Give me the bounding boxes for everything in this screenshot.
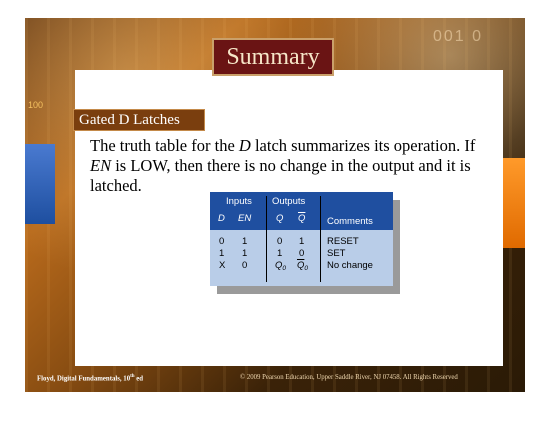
slide: 100 001 0 Summary Gated D Latches The tr… <box>25 18 525 392</box>
footer-left: Floyd, Digital Fundamentals, 10th ed <box>37 374 143 382</box>
header-q: Q <box>276 213 284 224</box>
table-cell: 1 <box>242 236 248 247</box>
slide-title: Summary <box>226 43 320 70</box>
table-cell: 0 <box>242 260 248 271</box>
table-cell: 1 <box>299 236 305 247</box>
decor-number-right: 001 0 <box>432 28 483 45</box>
table-divider-1 <box>266 196 267 282</box>
title-box: Summary <box>212 38 334 76</box>
table-cell: X <box>219 260 226 271</box>
header-inputs: Inputs <box>226 196 252 207</box>
footer-left-ed: ed <box>134 375 144 383</box>
table-cell: 0 <box>277 236 283 247</box>
para-text-2: latch summarizes its operation. If <box>250 136 476 155</box>
blue-accent-left <box>25 144 55 224</box>
para-text-3: is LOW, then there is no change in the o… <box>90 156 471 195</box>
table-cell: No change <box>327 260 373 271</box>
table-cell: SET <box>327 248 346 259</box>
table-cell-qbar0: Q0 <box>297 260 309 272</box>
qbar0-subscript: 0 <box>304 265 309 272</box>
table-cell-q0: Q0 <box>275 260 287 272</box>
para-italic-en: EN <box>90 156 112 175</box>
header-d: D <box>218 213 225 224</box>
header-comments: Comments <box>327 216 373 227</box>
para-text-1: The truth table for the <box>90 136 239 155</box>
table-divider-2 <box>320 196 321 282</box>
section-heading-box: Gated D Latches <box>73 109 205 131</box>
body-paragraph: The truth table for the D latch summariz… <box>90 136 500 196</box>
table-cell: RESET <box>327 236 359 247</box>
table-cell: 1 <box>277 248 283 259</box>
header-qbar: Q <box>298 213 306 224</box>
header-en: EN <box>238 213 252 224</box>
para-italic-d: D <box>238 136 251 155</box>
footer-right: © 2009 Pearson Education, Upper Saddle R… <box>240 374 458 381</box>
q0-subscript: 0 <box>282 265 287 272</box>
table-cell: 1 <box>242 248 248 259</box>
table-cell: 0 <box>219 236 225 247</box>
header-outputs: Outputs <box>272 196 306 207</box>
footer-left-text: Floyd, Digital Fundamentals, 10 <box>37 375 131 383</box>
table-cell: 1 <box>219 248 225 259</box>
section-heading: Gated D Latches <box>79 111 180 128</box>
decor-number-left: 100 <box>28 100 44 110</box>
truth-table: Inputs Outputs D EN Q Q Comments 0 1 0 1… <box>210 192 393 286</box>
table-cell: 0 <box>299 248 305 259</box>
